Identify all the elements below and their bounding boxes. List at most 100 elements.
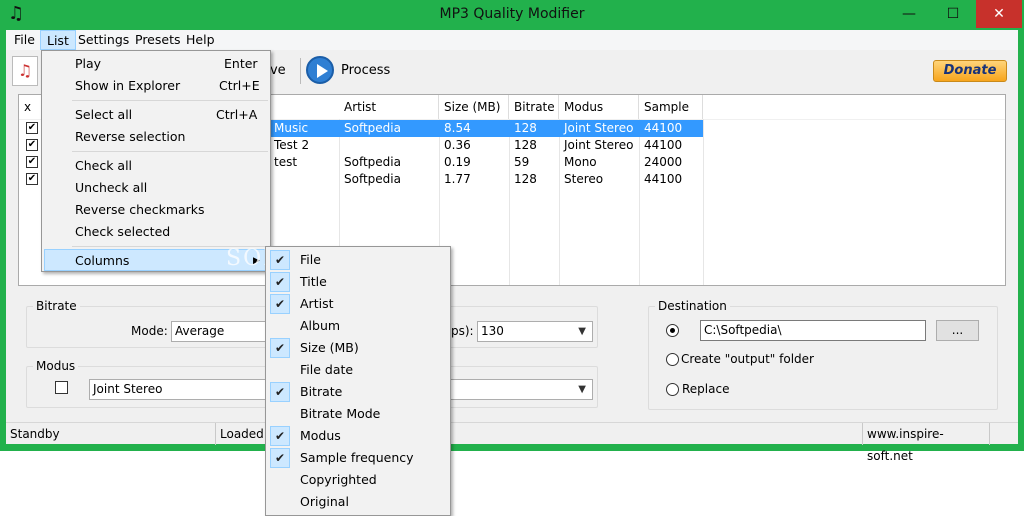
row-checkbox[interactable]: ✔ [26, 156, 38, 168]
mode-label: Mode: [131, 324, 168, 338]
columns-item-bitrate[interactable]: ✔ Bitrate [268, 381, 448, 403]
columns-item-title[interactable]: ✔ Title [268, 271, 448, 293]
menu-item-check-selected[interactable]: Check selected [44, 221, 268, 243]
menu-item-show-in-explorer[interactable]: Show in Explorer Ctrl+E [44, 75, 268, 97]
menu-help[interactable]: Help [180, 30, 221, 50]
menu-presets[interactable]: Presets [129, 30, 187, 50]
columns-item-album[interactable]: Album [268, 315, 448, 337]
title-bar: ♫ MP3 Quality Modifier — ☐ ✕ [0, 0, 1024, 30]
columns-item-original[interactable]: Original [268, 491, 448, 513]
chevron-down-icon[interactable]: ▼ [578, 322, 586, 341]
donate-button[interactable]: Donate [933, 60, 1007, 82]
cell-artist: Softpedia [344, 155, 401, 169]
columns-submenu: ✔ File ✔ Title ✔ Artist Album ✔ Size (MB… [265, 246, 451, 516]
cell-artist: Softpedia [344, 121, 401, 135]
modus-select-value: Joint Stereo [93, 382, 163, 396]
status-website[interactable]: www.inspire-soft.net [862, 423, 990, 463]
destination-path-field[interactable]: C:\Softpedia\ [700, 320, 926, 341]
replace-label[interactable]: Replace [682, 382, 729, 396]
menu-item-label: Title [300, 274, 327, 289]
status-bar: Standby Loaded www.inspire-soft.net [6, 422, 1018, 463]
replace-radio[interactable] [666, 383, 679, 396]
menu-item-play[interactable]: Play Enter [44, 53, 268, 75]
mode-select[interactable]: Average [171, 321, 271, 342]
menu-separator [72, 100, 268, 101]
column-header-sample[interactable]: Sample fr... [639, 95, 703, 138]
checkmark-icon: ✔ [270, 448, 290, 468]
menu-item-label: Show in Explorer [75, 78, 181, 93]
cell-sample: 44100 [644, 121, 683, 135]
menu-item-label: File date [300, 362, 354, 377]
menu-file[interactable]: File [8, 30, 41, 50]
output-path-radio[interactable] [666, 324, 679, 337]
menu-separator [72, 151, 268, 152]
cell-size: 8.54 [444, 121, 471, 135]
menu-item-label: Reverse checkmarks [75, 202, 205, 217]
menu-item-reverse-selection[interactable]: Reverse selection [44, 126, 268, 148]
menu-bar: File List Settings Presets Help [6, 30, 1018, 50]
column-header-size[interactable]: Size (MB) [439, 95, 509, 119]
menu-item-label: Play [75, 56, 102, 71]
mode-select-value: Average [175, 324, 225, 338]
kbps-select[interactable]: 130 ▼ [477, 321, 593, 342]
play-circle-icon[interactable] [306, 56, 334, 84]
maximize-button[interactable]: ☐ [932, 0, 974, 28]
process-button[interactable]: Process [341, 63, 390, 78]
music-file-icon[interactable]: ♫ [12, 56, 38, 86]
columns-item-copyrighted[interactable]: Copyrighted [268, 469, 448, 491]
menu-item-label: Check selected [75, 224, 171, 239]
menu-item-shortcut: Ctrl+E [219, 78, 260, 93]
menu-item-label: File [300, 252, 321, 267]
menu-item-label: Reverse selection [75, 129, 186, 144]
row-checkbox[interactable]: ✔ [26, 122, 38, 134]
menu-list[interactable]: List [40, 30, 76, 50]
menu-item-check-all[interactable]: Check all [44, 155, 268, 177]
cell-bitrate: 128 [514, 138, 537, 152]
cell-bitrate: 59 [514, 155, 530, 169]
kbps-select-value: 130 [481, 324, 504, 338]
chevron-down-icon[interactable]: ▼ [578, 380, 586, 399]
column-header-bitrate[interactable]: Bitrate [509, 95, 559, 119]
menu-item-label: Check all [75, 158, 133, 173]
cell-modus: Stereo [564, 172, 604, 186]
columns-item-modus[interactable]: ✔ Modus [268, 425, 448, 447]
columns-item-bitrate-mode[interactable]: Bitrate Mode [268, 403, 448, 425]
cell-title: test [274, 155, 298, 169]
menu-item-label: Columns [75, 253, 130, 268]
modus-group-label: Modus [33, 359, 79, 373]
modus-checkbox[interactable] [55, 381, 68, 394]
cell-title: Music [274, 121, 309, 135]
menu-item-shortcut: Ctrl+A [216, 107, 258, 122]
cell-artist [339, 137, 439, 154]
menu-settings[interactable]: Settings [72, 30, 135, 50]
cell-bitrate: 128 [514, 121, 537, 135]
kbps-label: ps): [451, 324, 474, 338]
close-button[interactable]: ✕ [976, 0, 1022, 28]
menu-item-label: Modus [300, 428, 341, 443]
columns-item-file[interactable]: ✔ File [268, 249, 448, 271]
menu-item-reverse-checkmarks[interactable]: Reverse checkmarks [44, 199, 268, 221]
column-header-artist[interactable]: Artist [339, 95, 439, 119]
menu-item-label: Album [300, 318, 341, 333]
cell-sample: 24000 [644, 155, 683, 169]
checkmark-icon: ✔ [270, 382, 290, 402]
minimize-button[interactable]: — [888, 0, 930, 28]
browse-button[interactable]: ... [936, 320, 979, 341]
list-menu: Play Enter Show in Explorer Ctrl+E Selec… [41, 50, 271, 272]
create-output-radio[interactable] [666, 353, 679, 366]
column-header-modus[interactable]: Modus [559, 95, 639, 119]
columns-item-sample-frequency[interactable]: ✔ Sample frequency [268, 447, 448, 469]
menu-item-uncheck-all[interactable]: Uncheck all [44, 177, 268, 199]
columns-item-file-date[interactable]: File date [268, 359, 448, 381]
columns-item-size[interactable]: ✔ Size (MB) [268, 337, 448, 359]
status-standby: Standby [6, 423, 216, 445]
row-checkbox[interactable]: ✔ [26, 173, 38, 185]
menu-item-label: Size (MB) [300, 340, 359, 355]
menu-item-select-all[interactable]: Select all Ctrl+A [44, 104, 268, 126]
cell-bitrate: 128 [514, 172, 537, 186]
create-output-label[interactable]: Create "output" folder [681, 352, 814, 366]
destination-group: Destination C:\Softpedia\ ... Create "ou… [648, 299, 998, 410]
columns-item-artist[interactable]: ✔ Artist [268, 293, 448, 315]
cell-title: Test 2 [274, 138, 310, 152]
row-checkbox[interactable]: ✔ [26, 139, 38, 151]
